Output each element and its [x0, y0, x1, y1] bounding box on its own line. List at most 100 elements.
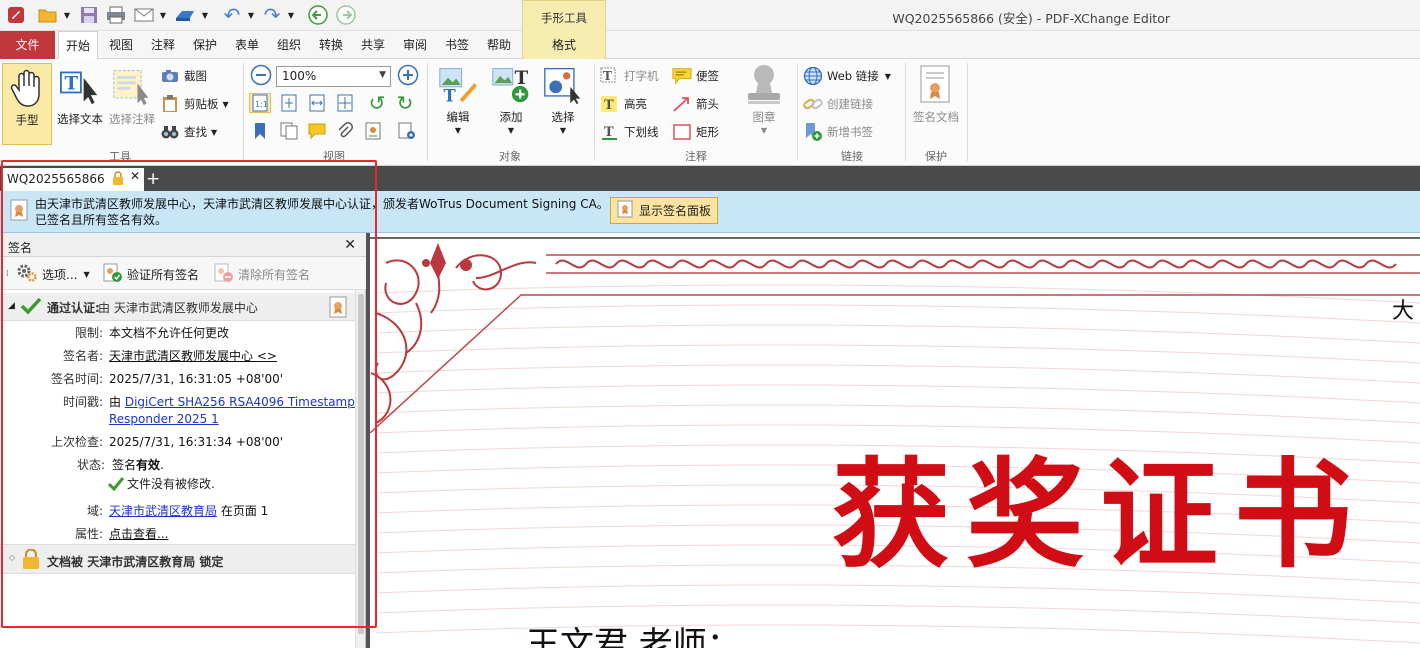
- find-label: 查找: [184, 125, 207, 139]
- properties-key: 属性:: [74, 527, 103, 541]
- select-object-label: 选择: [551, 110, 575, 124]
- clear-all-signatures-button[interactable]: 清除所有签名: [214, 263, 310, 285]
- timestamp-link[interactable]: DigiCert SHA256 RSA4096 Timestamp: [125, 395, 355, 409]
- create-link-label: 创建链接: [827, 97, 873, 111]
- select-annot-button[interactable]: 选择注释: [106, 67, 158, 127]
- menu-review[interactable]: 审阅: [394, 31, 436, 59]
- sign-document-button[interactable]: 签名文档: [908, 65, 964, 125]
- add-object-label: 添加: [499, 110, 523, 124]
- close-tab-icon[interactable]: ✕: [130, 169, 140, 183]
- web-link-label: Web 链接: [827, 69, 879, 83]
- expand-triangle-icon[interactable]: ◇: [9, 553, 15, 562]
- menu-comment[interactable]: 注释: [142, 31, 184, 59]
- verify-all-signatures-button[interactable]: 验证所有签名: [103, 263, 199, 285]
- rotate-right-icon[interactable]: ↻: [394, 91, 416, 115]
- comments-pane-icon[interactable]: [306, 121, 328, 141]
- hand-tool-button[interactable]: 手型: [2, 63, 52, 145]
- actual-size-icon[interactable]: 1:1: [249, 93, 271, 113]
- lock-node-text: 天津市武清区教育局 锁定: [83, 555, 224, 569]
- underline-button[interactable]: T 下划线: [600, 121, 659, 143]
- attachments-pane-icon[interactable]: [334, 121, 356, 141]
- menu-organize[interactable]: 组织: [268, 31, 310, 59]
- snapshot-button[interactable]: 截图: [160, 65, 207, 87]
- zoom-in-icon[interactable]: [396, 64, 420, 86]
- edit-object-button[interactable]: T 编辑 ▼: [432, 65, 484, 135]
- menu-protect[interactable]: 保护: [184, 31, 226, 59]
- properties-link[interactable]: 点击查看...: [109, 526, 168, 543]
- typewriter-button[interactable]: T 打字机: [600, 65, 659, 87]
- title-bar: ▼ ▼ ▼ ↶ ▼ ↷ ▼ 手形工具 WQ2025565866 (安全) - P…: [0, 0, 1420, 31]
- certificate-icon: [10, 199, 28, 224]
- fit-page-icon[interactable]: [278, 93, 300, 113]
- menu-help[interactable]: 帮助: [478, 31, 520, 59]
- web-link-button[interactable]: Web 链接 ▼: [803, 65, 891, 87]
- signatures-pane-icon[interactable]: [362, 121, 384, 141]
- add-bookmark-button[interactable]: 新增书签: [803, 121, 873, 143]
- chevron-down-icon: ▼: [454, 126, 462, 135]
- green-check-icon: [20, 297, 42, 318]
- new-tab-icon[interactable]: +: [146, 169, 160, 189]
- show-signature-panel-button[interactable]: 显示签名面板: [610, 197, 718, 224]
- group-divider: [967, 63, 968, 161]
- edit-object-label: 编辑: [446, 110, 470, 124]
- menu-bookmark[interactable]: 书签: [436, 31, 478, 59]
- typewriter-icon: T: [600, 66, 620, 86]
- options-button[interactable]: 选项... ▼: [16, 263, 90, 285]
- status-value-dot: .: [160, 458, 164, 472]
- rectangle-button[interactable]: 矩形: [672, 121, 719, 143]
- menu-file[interactable]: 文件: [0, 31, 55, 59]
- timestamp-link-cont[interactable]: Responder 2025 1: [109, 412, 219, 426]
- field-link[interactable]: 天津市武清区教育局: [109, 504, 217, 518]
- group-divider: [427, 63, 428, 161]
- signer-link[interactable]: 天津市武清区教师发展中心 <>: [109, 348, 277, 365]
- select-text-icon: T: [60, 67, 100, 107]
- zoom-level-select[interactable]: 100% ▼: [276, 66, 391, 87]
- bookmarks-pane-icon[interactable]: [249, 121, 271, 141]
- find-button[interactable]: 查找 ▼: [160, 121, 217, 143]
- collapse-triangle-icon[interactable]: ◢: [8, 301, 15, 311]
- menu-format[interactable]: 格式: [522, 31, 606, 59]
- signature-node[interactable]: ◢ 通过认证: 由 天津市武清区教师发展中心: [0, 293, 356, 321]
- group-divider: [797, 63, 798, 161]
- scrollbar-thumb[interactable]: [358, 294, 364, 634]
- tools-group-label: 工具: [109, 150, 131, 163]
- certificate-corner-text: 大: [1392, 299, 1415, 324]
- chevron-down-icon: ▼: [222, 99, 229, 109]
- signature-info-bar: 由天津市武清区教师发展中心，天津市武清区教师发展中心认证，颁发者WoTrus D…: [0, 191, 1420, 233]
- menu-view[interactable]: 视图: [100, 31, 142, 59]
- stamp-button[interactable]: 图章 ▼: [738, 65, 790, 135]
- add-object-button[interactable]: T 添加 ▼: [486, 65, 536, 135]
- timestamp-prefix: 由: [109, 395, 125, 409]
- menu-convert[interactable]: 转换: [310, 31, 352, 59]
- fit-visible-icon[interactable]: [334, 93, 356, 113]
- fit-width-icon[interactable]: [306, 93, 328, 113]
- menu-form[interactable]: 表单: [226, 31, 268, 59]
- verify-all-signatures-label: 验证所有签名: [127, 267, 200, 282]
- menu-home[interactable]: 开始: [58, 31, 98, 60]
- close-icon[interactable]: ✕: [344, 237, 356, 253]
- document-tab[interactable]: WQ2025565866 ✕: [2, 168, 144, 191]
- rotate-left-icon[interactable]: ↺: [366, 91, 388, 115]
- signatures-scrollbar[interactable]: [355, 290, 365, 648]
- sticky-note-button[interactable]: 便签: [672, 65, 719, 87]
- binoculars-icon: [160, 122, 180, 142]
- sticky-note-label: 便签: [696, 69, 719, 83]
- pages-pane-icon[interactable]: [278, 121, 300, 141]
- highlight-button[interactable]: T 高亮: [600, 93, 647, 115]
- document-view[interactable]: 获奖证书 王文君 老师： 大: [366, 233, 1420, 648]
- menu-share[interactable]: 共享: [352, 31, 394, 59]
- create-link-button[interactable]: 创建链接: [803, 93, 873, 115]
- signer-key: 签名者:: [62, 349, 103, 363]
- certificate-icon[interactable]: [329, 296, 347, 321]
- arrow-button[interactable]: 箭头: [672, 93, 719, 115]
- select-object-button[interactable]: 选择 ▼: [538, 65, 588, 135]
- lock-node[interactable]: ◇ 文档被 天津市武清区教育局 锁定: [0, 544, 356, 574]
- signatures-panel-header: 签名 ✕: [0, 233, 366, 257]
- zoom-out-icon[interactable]: [249, 64, 273, 86]
- view-group-label: 视图: [323, 150, 345, 163]
- chevron-down-icon: ▼: [559, 126, 567, 135]
- verify-signature-icon: [103, 263, 123, 286]
- clipboard-button[interactable]: 剪贴板 ▼: [160, 93, 229, 115]
- select-text-button[interactable]: T 选择文本: [54, 67, 106, 127]
- page-settings-icon[interactable]: [396, 121, 418, 141]
